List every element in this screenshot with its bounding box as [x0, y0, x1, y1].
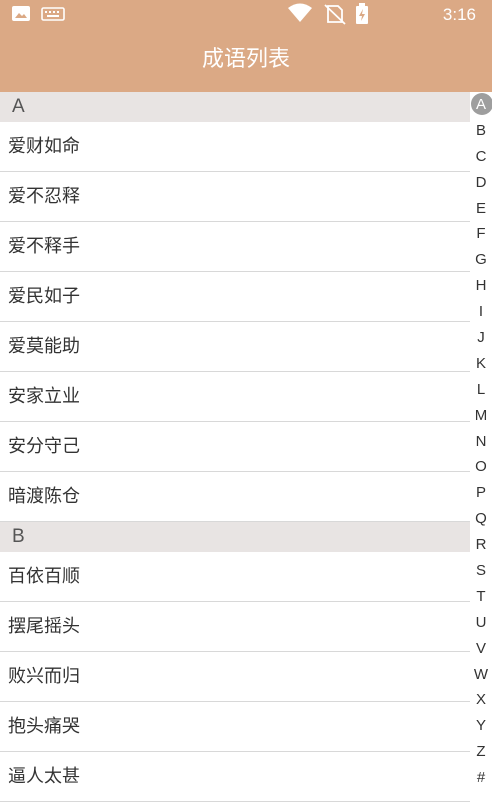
- status-notifications: [12, 5, 72, 27]
- index-letter-hash[interactable]: #: [470, 765, 492, 791]
- page-title: 成语列表: [201, 47, 290, 72]
- index-letter-x[interactable]: X: [470, 687, 492, 713]
- list-item[interactable]: 爱财如命: [0, 122, 470, 172]
- idiom-list[interactable]: A 爱财如命 爱不忍释 爱不释手 爱民如子 爱莫能助 安家立业 安分守己 暗渡陈…: [0, 92, 470, 802]
- list-item[interactable]: 抱头痛哭: [0, 702, 470, 752]
- no-sim-icon: [324, 4, 346, 25]
- list-item[interactable]: 爱莫能助: [0, 322, 470, 372]
- index-letter-h[interactable]: H: [470, 273, 492, 299]
- index-letter-y[interactable]: Y: [470, 713, 492, 739]
- index-letter-b[interactable]: B: [470, 118, 492, 144]
- index-letter-u[interactable]: U: [470, 610, 492, 636]
- index-letter-p[interactable]: P: [470, 480, 492, 506]
- image-icon: [12, 6, 30, 21]
- index-letter-l[interactable]: L: [470, 377, 492, 403]
- index-letter-m[interactable]: M: [470, 403, 492, 429]
- battery-charging-icon: [356, 3, 368, 24]
- index-letter-q[interactable]: Q: [470, 506, 492, 532]
- status-time: 3:16: [442, 5, 476, 24]
- list-item[interactable]: 暗渡陈仓: [0, 472, 470, 522]
- index-letter-t[interactable]: T: [470, 584, 492, 610]
- status-bar: 3:16: [0, 0, 492, 28]
- list-item[interactable]: 安家立业: [0, 372, 470, 422]
- keyboard-icon: [41, 7, 65, 21]
- list-item[interactable]: 安分守己: [0, 422, 470, 472]
- index-letter-d[interactable]: D: [470, 170, 492, 196]
- index-letter-f[interactable]: F: [470, 221, 492, 247]
- list-item[interactable]: 摆尾摇头: [0, 602, 470, 652]
- section-header-a: A: [0, 92, 470, 122]
- app-bar: 成语列表: [0, 28, 492, 92]
- list-item[interactable]: 爱民如子: [0, 272, 470, 322]
- index-letter-v[interactable]: V: [470, 636, 492, 662]
- index-letter-a[interactable]: A: [470, 92, 492, 118]
- list-item[interactable]: 爱不忍释: [0, 172, 470, 222]
- list-item[interactable]: 败兴而归: [0, 652, 470, 702]
- index-letter-r[interactable]: R: [470, 532, 492, 558]
- index-letter-o[interactable]: O: [470, 454, 492, 480]
- list-item[interactable]: 爱不释手: [0, 222, 470, 272]
- index-letter-k[interactable]: K: [470, 351, 492, 377]
- section-header-b: B: [0, 522, 470, 552]
- index-letter-e[interactable]: E: [470, 196, 492, 222]
- index-letter-g[interactable]: G: [470, 247, 492, 273]
- list-item[interactable]: 百依百顺: [0, 552, 470, 602]
- alphabet-index-bar[interactable]: A B C D E F G H I J K L M N O P Q R S T …: [470, 92, 492, 792]
- index-letter-w[interactable]: W: [470, 662, 492, 688]
- index-letter-j[interactable]: J: [470, 325, 492, 351]
- list-item[interactable]: 逼人太甚: [0, 752, 470, 802]
- wifi-icon: [288, 3, 312, 22]
- index-letter-n[interactable]: N: [470, 429, 492, 455]
- index-letter-s[interactable]: S: [470, 558, 492, 584]
- index-letter-z[interactable]: Z: [470, 739, 492, 765]
- index-letter-i[interactable]: I: [470, 299, 492, 325]
- index-letter-c[interactable]: C: [470, 144, 492, 170]
